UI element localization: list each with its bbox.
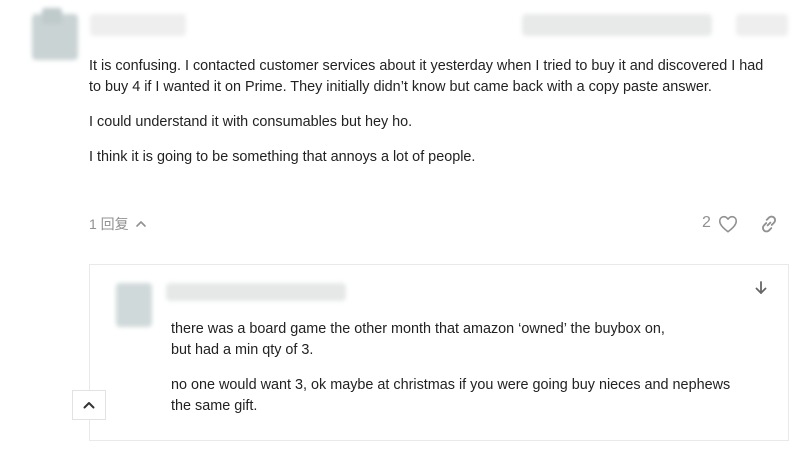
reply-author-avatar[interactable] bbox=[116, 283, 152, 327]
replies-count-label: 1 回复 bbox=[89, 216, 129, 232]
reply-line: no one would want 3, ok maybe at christm… bbox=[171, 377, 731, 393]
chevron-up-icon bbox=[135, 221, 146, 227]
chevron-up-icon bbox=[83, 402, 95, 409]
heart-icon[interactable] bbox=[717, 213, 739, 235]
author-avatar[interactable] bbox=[32, 8, 78, 60]
post-paragraph: I think it is going to be something that… bbox=[89, 149, 476, 165]
reply-paragraph: there was a board game the other month t… bbox=[171, 319, 771, 361]
reply-line: but had a min qty of 3. bbox=[171, 342, 314, 358]
reply-author-username[interactable] bbox=[166, 283, 346, 301]
post-date[interactable] bbox=[736, 14, 788, 36]
post-body: It is confusing. I contacted customer se… bbox=[89, 56, 779, 182]
reply-paragraph: no one would want 3, ok maybe at christm… bbox=[171, 375, 771, 417]
post-paragraph: I could understand it with consumables b… bbox=[89, 114, 413, 130]
like-count[interactable]: 2 bbox=[702, 214, 711, 232]
reply-body: there was a board game the other month t… bbox=[171, 319, 771, 431]
embedded-reply: there was a board game the other month t… bbox=[89, 264, 789, 441]
post-meta bbox=[522, 14, 712, 36]
topic-post: It is confusing. I contacted customer se… bbox=[0, 0, 803, 454]
reply-line: the same gift. bbox=[171, 398, 258, 414]
link-icon[interactable] bbox=[758, 213, 780, 235]
show-replies-button[interactable]: 1 回复 bbox=[89, 213, 147, 235]
arrow-down-icon[interactable] bbox=[752, 279, 770, 297]
author-username[interactable] bbox=[90, 14, 186, 36]
collapse-replies-button[interactable] bbox=[72, 390, 106, 420]
post-paragraph: It is confusing. I contacted customer se… bbox=[89, 58, 764, 95]
reply-line: there was a board game the other month t… bbox=[171, 321, 665, 337]
